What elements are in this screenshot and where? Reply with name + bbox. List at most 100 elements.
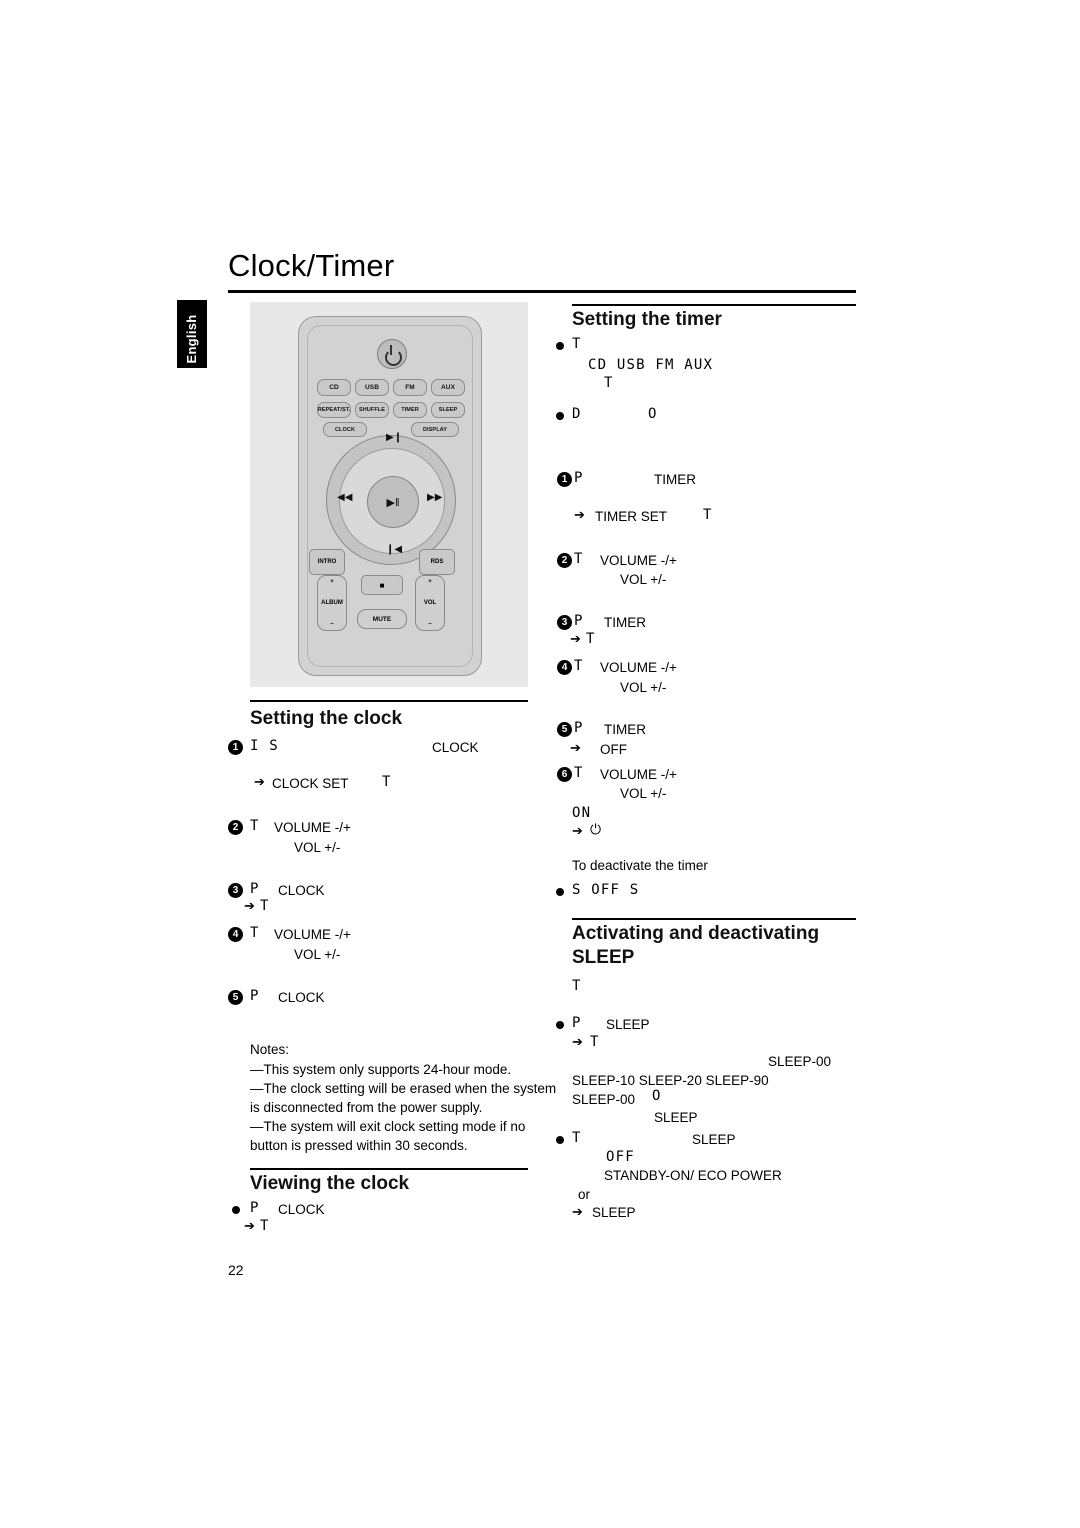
remote-key-display: DISPLAY [411, 422, 459, 437]
sleep-bullet1-text: SLEEP [606, 1017, 650, 1032]
fast-forward-icon: ▶▶ [427, 492, 443, 503]
step-sub-lcd: T [586, 631, 596, 647]
setting-timer-divider [572, 304, 856, 306]
language-tab: English [177, 300, 207, 368]
remote-key-cd: CD [317, 379, 351, 396]
timer-source-sub-lcd: T [604, 375, 614, 391]
arrow-icon: ➔ [572, 1034, 583, 1049]
sleep-heading-line2: SLEEP [572, 947, 635, 968]
arrow-icon: ➔ [254, 774, 265, 789]
timer-bullet2-lcd: D [572, 406, 582, 422]
album-minus-icon: – [330, 621, 334, 627]
remote-key-rds: RDS [419, 549, 455, 575]
step-lcd: P [250, 881, 260, 897]
step-text-line2: VOL +/- [294, 947, 341, 962]
step-number: 3 [557, 615, 572, 630]
step-text: VOLUME -/+ [274, 927, 351, 942]
album-label: ALBUM [321, 600, 343, 606]
step-number: 6 [557, 767, 572, 782]
timer-on-lcd: ON [572, 805, 592, 821]
step-number: 1 [557, 472, 572, 487]
deactivate-timer-text: To deactivate the timer [572, 858, 708, 873]
step-lcd: P [574, 720, 584, 736]
bullet-icon [556, 342, 564, 350]
step-number: 5 [228, 990, 243, 1005]
step-text: CLOCK [278, 990, 325, 1005]
next-track-icon: ▶❙ [386, 432, 403, 443]
sleep-bullet2-lcd-off: OFF [606, 1149, 635, 1165]
step-number: 4 [557, 660, 572, 675]
bullet-icon [556, 888, 564, 896]
navigation-ring: ▶‖ ▶❙ ◀◀ ▶▶ ❙◀ [326, 432, 456, 565]
album-plus-icon: + [330, 579, 334, 585]
step-text-line2: VOL +/- [620, 786, 667, 801]
arrow-icon: ➔ [570, 631, 581, 646]
remote-key-vol: + VOL – [415, 575, 445, 631]
step-sub-lcd: T [260, 898, 270, 914]
sleep-or-text: or [578, 1187, 591, 1202]
sleep-options-row: SLEEP-10 SLEEP-20 SLEEP-90 [572, 1073, 769, 1088]
step-text: TIMER [604, 615, 646, 630]
manual-page: Clock/Timer English CD USB FM AUX REPEAT… [0, 0, 1080, 1528]
setting-timer-heading: Setting the timer [572, 309, 722, 330]
bullet-icon [232, 1206, 240, 1214]
arrow-icon: ➔ [244, 898, 255, 913]
remote-key-album: + ALBUM – [317, 575, 347, 631]
step-number: 3 [228, 883, 243, 898]
arrow-icon: ➔ [572, 823, 583, 838]
step-text: VOLUME -/+ [600, 660, 677, 675]
sleep-options-row2-b: SLEEP [654, 1110, 698, 1125]
arrow-icon: ➔ [574, 507, 585, 522]
bullet-icon [556, 1136, 564, 1144]
vol-plus-icon: + [428, 579, 432, 585]
remote-control-illustration: CD USB FM AUX REPEAT/ST. SHUFFLE TIMER S… [250, 302, 528, 687]
step-number: 1 [228, 740, 243, 755]
deactivate-timer-lcd: S OFF S [572, 882, 640, 898]
sleep-divider [572, 918, 856, 920]
note-line: —The system will exit clock setting mode… [250, 1119, 526, 1134]
remote-key-usb: USB [355, 379, 389, 396]
remote-key-intro: INTRO [309, 549, 345, 575]
step-text-line2: VOL +/- [620, 680, 667, 695]
step-lcd: P [574, 470, 584, 486]
note-line: —The clock setting will be erased when t… [250, 1081, 557, 1096]
remote-key-fm: FM [393, 379, 427, 396]
vol-label: VOL [423, 600, 437, 606]
step-lcd: T [574, 765, 584, 781]
bullet-icon [556, 1021, 564, 1029]
arrow-icon: ➔ [244, 1218, 255, 1233]
standby-icon: ⏻ [590, 821, 602, 837]
step-text-line2: VOL +/- [620, 572, 667, 587]
sleep-option-right: SLEEP-00 [768, 1054, 832, 1069]
note-line: —This system only supports 24-hour mode. [250, 1062, 512, 1077]
timer-source-lcd: CD USB FM AUX [588, 357, 714, 373]
arrow-icon: ➔ [572, 1204, 583, 1219]
stop-button-icon: ■ [361, 575, 403, 595]
step-number: 5 [557, 722, 572, 737]
step-number: 2 [228, 820, 243, 835]
step-lcd: P [250, 988, 260, 1004]
remote-key-shuffle: SHUFFLE [355, 402, 389, 418]
title-divider [228, 290, 856, 293]
step-lcd: T [250, 925, 260, 941]
remote-key-sleep: SLEEP [431, 402, 465, 418]
arrow-icon: ➔ [570, 740, 581, 755]
step-sub-lcd: T [703, 507, 713, 523]
step-number: 4 [228, 927, 243, 942]
sleep-options-row2-lcd: O [652, 1088, 662, 1104]
step-number: 2 [557, 553, 572, 568]
step-sub-text: TIMER SET [595, 509, 668, 524]
step-text: TIMER [604, 722, 646, 737]
power-icon [377, 339, 407, 369]
note-line: is disconnected from the power supply. [250, 1100, 483, 1115]
step-sub-text: OFF [600, 742, 627, 757]
setting-clock-heading: Setting the clock [250, 708, 403, 729]
remote-body: CD USB FM AUX REPEAT/ST. SHUFFLE TIMER S… [298, 316, 482, 676]
remote-key-aux: AUX [431, 379, 465, 396]
step-text: VOLUME -/+ [600, 767, 677, 782]
remote-key-repeat: REPEAT/ST. [317, 402, 351, 418]
viewing-clock-sub-lcd: T [260, 1218, 270, 1234]
step-text-line2: VOL +/- [294, 840, 341, 855]
step-lcd: T [574, 551, 584, 567]
sleep-bullet2-lcd: T [572, 1130, 582, 1146]
